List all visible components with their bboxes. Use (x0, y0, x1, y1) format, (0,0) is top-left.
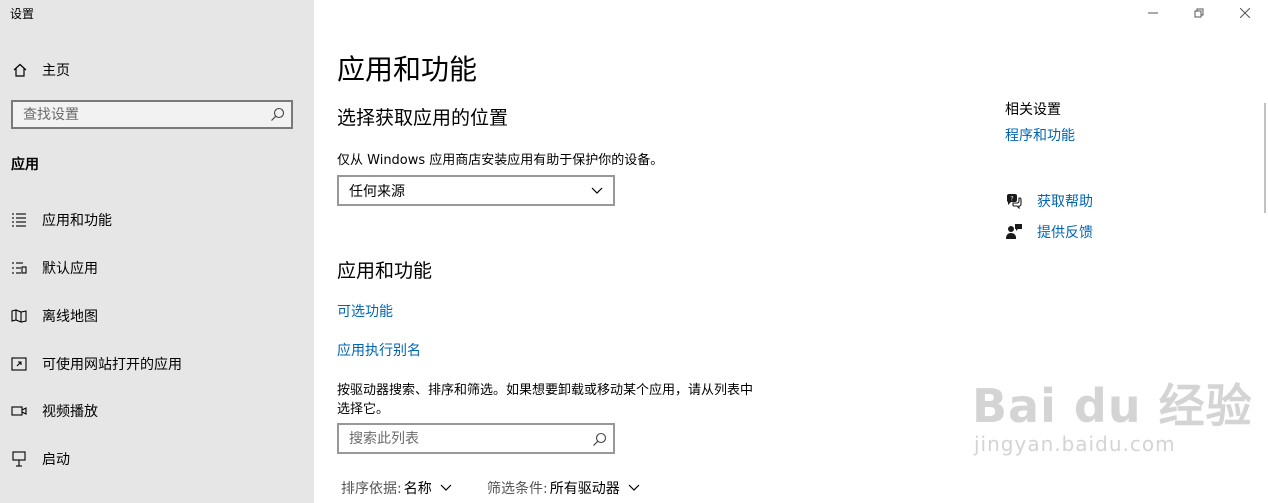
get-help-label: 获取帮助 (1037, 194, 1093, 210)
sidebar-item-label: 离线地图 (42, 309, 98, 325)
settings-search-input[interactable] (13, 102, 263, 127)
install-source-description: 仅从 Windows 应用商店安装应用有助于保护你的设备。 (337, 153, 664, 168)
watermark-main: Bai du 经验 (972, 379, 1253, 433)
home-nav-item[interactable]: 主页 (10, 59, 70, 81)
app-title: 设置 (10, 7, 35, 21)
video-playback-icon (10, 403, 28, 419)
sidebar-item-video-playback[interactable]: 视频播放 (0, 391, 314, 431)
filter-by-dropdown[interactable]: 筛选条件: 所有驱动器 (487, 478, 640, 498)
search-icon[interactable] (592, 432, 607, 447)
svg-text:?: ? (1010, 196, 1013, 203)
scrollbar-thumb[interactable] (1264, 103, 1266, 213)
apps-for-websites-icon (10, 356, 28, 372)
apps-list-description-line2: 选择它。 (337, 402, 390, 417)
window-controls (1130, 0, 1268, 26)
sidebar-item-apps-features[interactable]: 应用和功能 (0, 200, 314, 240)
sidebar-item-label: 视频播放 (42, 404, 98, 420)
give-feedback-link[interactable]: 提供反馈 (1005, 222, 1093, 242)
chevron-down-icon (440, 484, 452, 491)
apps-features-heading: 应用和功能 (337, 260, 433, 282)
search-icon[interactable] (270, 107, 285, 122)
sidebar-item-label: 应用和功能 (42, 213, 112, 229)
apps-list-description-line1: 按驱动器搜索、排序和筛选。如果想要卸载或移动某个应用，请从列表中 (337, 383, 754, 398)
install-source-dropdown[interactable]: 任何来源 (337, 175, 615, 206)
sidebar-item-label: 可使用网站打开的应用 (42, 357, 182, 373)
apps-list-search-box[interactable] (337, 423, 615, 454)
install-source-heading: 选择获取应用的位置 (337, 107, 509, 129)
main-content: 应用和功能 选择获取应用的位置 仅从 Windows 应用商店安装应用有助于保护… (314, 0, 1268, 503)
baidu-jingyan-watermark: Bai du 经验 jingyan.baidu.com (972, 370, 1253, 456)
sort-by-label: 排序依据: (341, 481, 402, 497)
dropdown-value: 任何来源 (349, 183, 405, 200)
filter-by-label: 筛选条件: (487, 481, 548, 497)
offline-maps-icon (10, 308, 28, 324)
apps-features-icon (10, 212, 28, 228)
close-button[interactable] (1222, 0, 1268, 26)
sort-by-dropdown[interactable]: 排序依据: 名称 (341, 478, 452, 498)
default-apps-icon (10, 260, 28, 276)
chevron-down-icon (628, 484, 640, 491)
app-execution-alias-link[interactable]: 应用执行别名 (337, 340, 421, 360)
sidebar: 设置 主页 应用 应用和功能 默认应用 离线地图 可使用网站打 (0, 0, 314, 503)
sidebar-item-label: 默认应用 (42, 261, 98, 277)
home-icon (10, 60, 30, 80)
apps-list-search-input[interactable] (339, 425, 589, 452)
filter-by-value: 所有驱动器 (549, 481, 620, 497)
give-feedback-label: 提供反馈 (1037, 225, 1093, 241)
page-title: 应用和功能 (337, 53, 478, 86)
settings-search-box[interactable] (11, 100, 293, 129)
section-label: 应用 (11, 157, 39, 173)
give-feedback-icon (1005, 223, 1023, 241)
restore-button[interactable] (1176, 0, 1222, 26)
chevron-down-icon (591, 187, 603, 194)
related-settings-title: 相关设置 (1005, 102, 1061, 118)
sidebar-item-startup[interactable]: 启动 (0, 439, 314, 479)
restore-icon (1194, 8, 1204, 18)
minimize-icon (1148, 12, 1158, 14)
sidebar-item-offline-maps[interactable]: 离线地图 (0, 296, 314, 336)
get-help-link[interactable]: ? 获取帮助 (1005, 191, 1093, 211)
close-icon (1240, 8, 1250, 18)
startup-icon (10, 451, 28, 467)
sidebar-item-label: 启动 (42, 452, 70, 468)
get-help-icon: ? (1005, 192, 1023, 210)
sidebar-item-default-apps[interactable]: 默认应用 (0, 248, 314, 288)
sort-by-value: 名称 (403, 481, 432, 497)
sidebar-item-apps-for-websites[interactable]: 可使用网站打开的应用 (0, 344, 314, 384)
minimize-button[interactable] (1130, 0, 1176, 26)
home-label: 主页 (42, 63, 70, 79)
programs-features-link[interactable]: 程序和功能 (1005, 125, 1075, 145)
optional-features-link[interactable]: 可选功能 (337, 301, 393, 321)
